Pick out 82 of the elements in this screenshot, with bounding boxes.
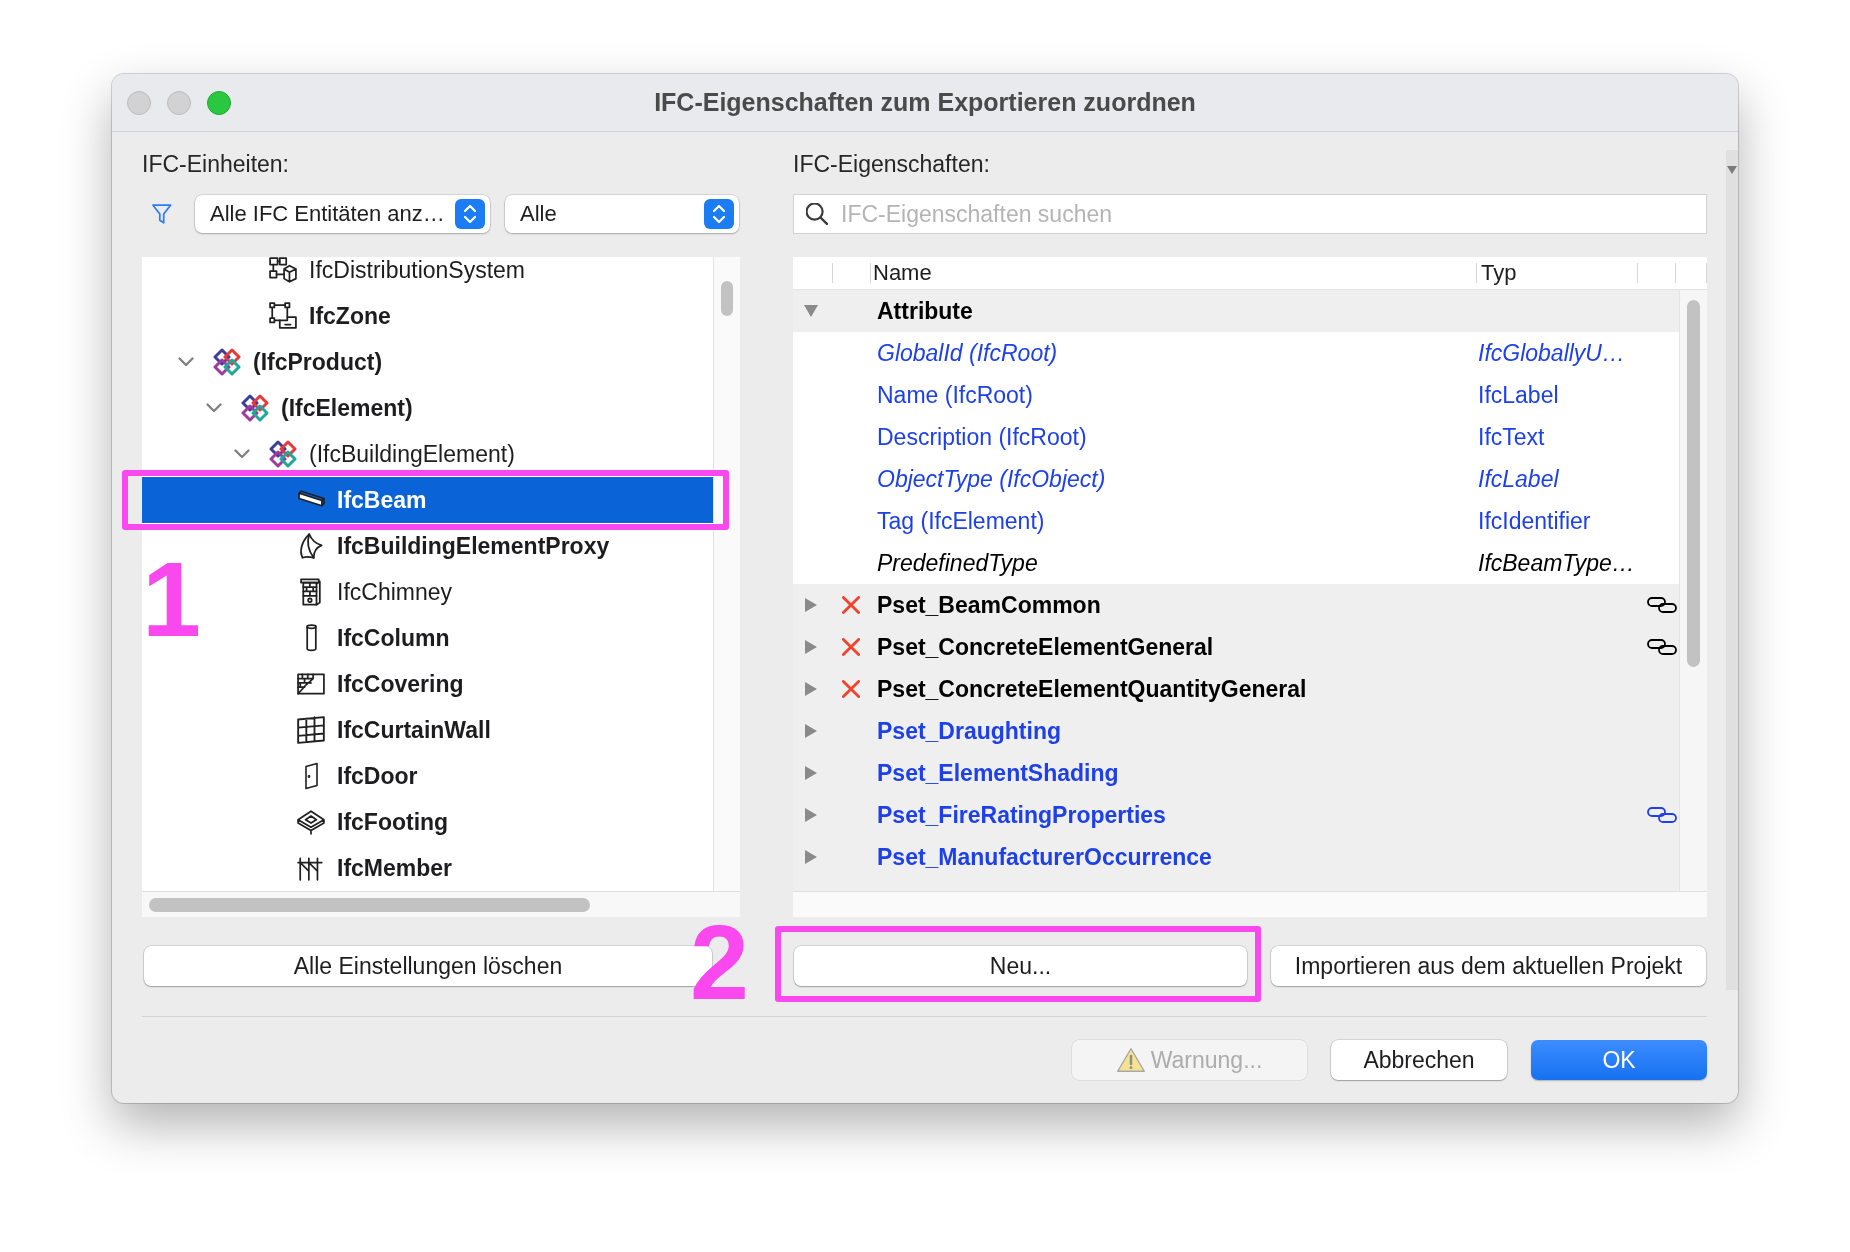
disclosure-triangle-icon[interactable] [805, 682, 817, 696]
table-cell-text: Pset_ManufacturerOccurrence [876, 842, 1213, 872]
table-cell-text: Pset_ConcreteElementGeneral [876, 632, 1215, 662]
table-cell-text: Name (IfcRoot) [876, 380, 1034, 410]
warning-icon [1116, 1048, 1145, 1072]
search-field[interactable]: IFC-Eigenschaften suchen [793, 194, 1707, 234]
tree-item[interactable]: (IfcBuildingElement) [268, 439, 515, 469]
section-label: IFC-Einheiten: [142, 151, 289, 177]
tree-item[interactable]: IfcBuildingElementProxy [296, 531, 610, 561]
curved-sheet-icon [297, 532, 325, 560]
table-cell-text: Pset_BeamCommon [876, 590, 1102, 620]
link-icon[interactable] [1647, 597, 1677, 613]
zoom-button[interactable] [207, 90, 231, 115]
up-down-chevrons-icon [704, 199, 734, 229]
filter-dropdown[interactable]: Alle [505, 195, 739, 233]
table-cell-text: PredefinedType [876, 548, 1039, 578]
disclosure-triangle-icon[interactable] [805, 766, 817, 780]
table-cell-text: Pset_ConcreteElementQuantityGeneral [876, 674, 1308, 704]
ok-button[interactable]: OK [1531, 1040, 1707, 1080]
link-icon[interactable] [1647, 639, 1677, 655]
tree-item[interactable]: IfcDoor [296, 761, 418, 791]
connected-boxes-icon [269, 257, 297, 283]
table-cell-text: IfcBeamType… [1477, 548, 1636, 578]
tree-item[interactable]: IfcCurtainWall [296, 715, 491, 745]
import-button[interactable]: Importieren aus dem aktuellen Projekt [1271, 946, 1706, 986]
disclosure-triangle-icon[interactable] [805, 850, 817, 864]
table-cell-text: Attribute [876, 296, 974, 326]
chevron-down-icon[interactable] [206, 403, 222, 413]
scrollbar-thumb[interactable] [721, 281, 733, 316]
table-cell-text: Pset_FireRatingProperties [876, 800, 1167, 830]
interlocked-squares-icon [269, 440, 297, 468]
tree-item[interactable]: IfcMember [296, 853, 453, 883]
table-cell-text: GlobalId (IfcRoot) [876, 338, 1059, 368]
table-cell-text: Pset_ElementShading [876, 758, 1120, 788]
table-cell-text: IfcLabel [1477, 464, 1560, 494]
table-cell-text: IfcIdentifier [1477, 506, 1592, 536]
chevron-down-icon[interactable] [178, 357, 194, 367]
up-down-chevrons-icon [455, 199, 485, 229]
tree-item[interactable]: IfcChimney [296, 577, 453, 607]
section-label: IFC-Eigenschaften: [793, 151, 990, 177]
disclosure-triangle-icon[interactable] [805, 598, 817, 612]
disclosure-triangle-icon[interactable] [804, 305, 818, 317]
table-cell-text: IfcLabel [1477, 380, 1560, 410]
filter-dropdown[interactable]: Alle IFC Entitäten anz… [195, 195, 490, 233]
door-icon [304, 762, 318, 790]
annotation-number: 1 [142, 546, 201, 652]
table-cell-text: IfcGloballyU… [1477, 338, 1626, 368]
corner-frame-icon [269, 302, 297, 330]
table-cell-text: Pset_Draughting [876, 716, 1063, 746]
tree-item[interactable]: IfcDistributionSystem [268, 257, 525, 285]
table-cell-text: IfcText [1477, 422, 1546, 452]
tree-item[interactable]: IfcColumn [296, 623, 450, 653]
cancel-button[interactable]: Abbrechen [1331, 1040, 1507, 1080]
filter-icon[interactable] [152, 203, 172, 225]
tree-item[interactable]: IfcCovering [296, 669, 464, 699]
disclosure-triangle-icon[interactable] [805, 640, 817, 654]
tree-item[interactable]: IfcBeam [296, 485, 427, 515]
brick-panel-icon [297, 673, 325, 695]
scrollbar-thumb[interactable] [149, 898, 590, 912]
new-button[interactable]: Neu... [794, 946, 1247, 986]
grid-panel-icon [297, 716, 325, 744]
chimney-icon [300, 578, 322, 606]
tree-item[interactable]: IfcZone [268, 301, 391, 331]
truss-icon [297, 855, 325, 881]
interlocked-squares-icon [213, 348, 241, 376]
table-cell-text: Tag (IfcElement) [876, 506, 1046, 536]
column-icon [304, 624, 318, 652]
chevron-down-icon[interactable] [234, 449, 250, 459]
scrollbar-thumb[interactable] [1687, 300, 1700, 667]
disclosure-triangle-icon[interactable] [805, 808, 817, 822]
tree-item[interactable]: (IfcProduct) [212, 347, 383, 377]
table-cell-text: Description (IfcRoot) [876, 422, 1088, 452]
link-icon[interactable] [1647, 807, 1677, 823]
footing-icon [297, 809, 325, 835]
tree-item[interactable]: (IfcElement) [240, 393, 413, 423]
window-title: IFC-Eigenschaften zum Exportieren zuordnen [653, 88, 1197, 117]
interlocked-squares-icon [241, 394, 269, 422]
tree-item[interactable]: IfcFooting [296, 807, 449, 837]
disclosure-triangle-icon[interactable] [805, 724, 817, 738]
search-icon [806, 203, 828, 225]
scroll-arrow-icon[interactable] [1727, 166, 1737, 174]
table-cell-text: ObjectType (IfcObject) [876, 464, 1107, 494]
